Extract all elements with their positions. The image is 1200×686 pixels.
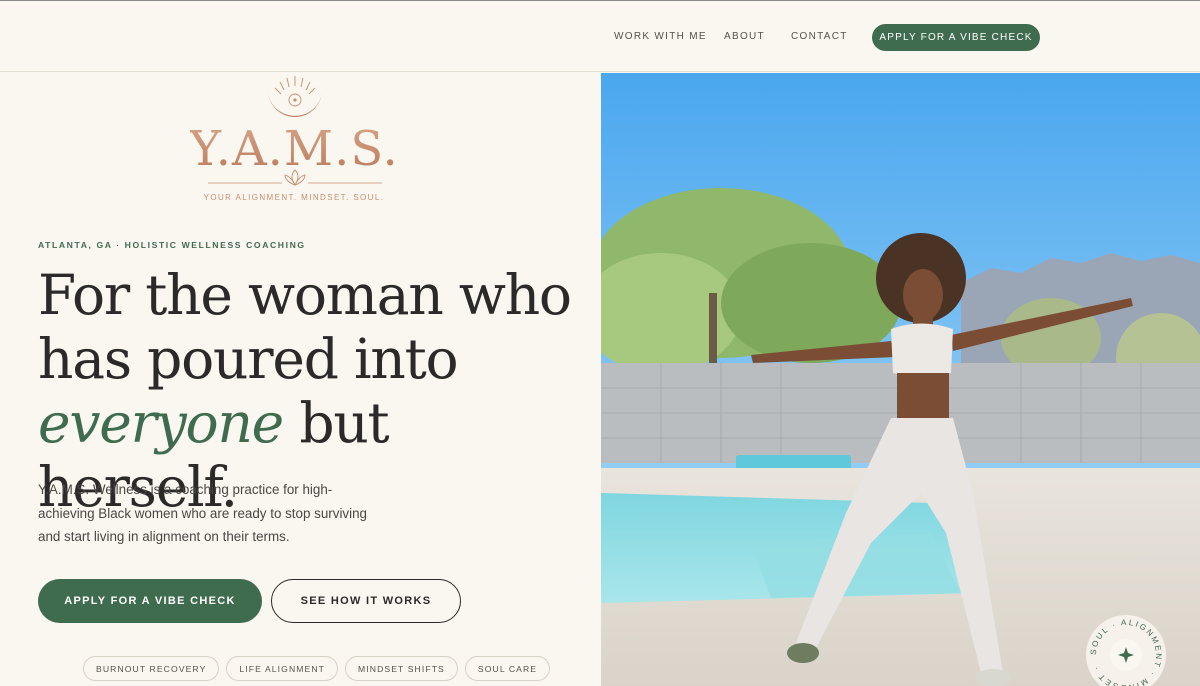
service-tags: BURNOUT RECOVERY LIFE ALIGNMENT MINDSET …: [83, 656, 551, 681]
tag-life-alignment: LIFE ALIGNMENT: [226, 656, 339, 681]
hero-photo: [601, 73, 1200, 686]
headline-line-1: For the woman who: [38, 263, 572, 327]
hero-description: Y.A.M.S. Wellness is a coaching practice…: [38, 482, 367, 544]
headline-line-2: has poured into: [38, 327, 459, 391]
logo-wordmark: Y.A.M.S.: [190, 121, 399, 177]
hero-eyebrow: ATLANTA, GA · HOLISTIC WELLNESS COACHING: [38, 240, 306, 250]
nav-apply-button[interactable]: APPLY FOR A VIBE CHECK: [872, 24, 1040, 51]
apply-vibe-check-button[interactable]: APPLY FOR A VIBE CHECK: [38, 579, 262, 623]
headline-accent: everyone: [38, 391, 284, 455]
see-how-it-works-button[interactable]: SEE HOW IT WORKS: [271, 579, 461, 623]
top-nav: WORK WITH ME ABOUT CONTACT APPLY FOR A V…: [0, 1, 1200, 72]
nav-link-about[interactable]: ABOUT: [724, 31, 765, 42]
logo-tagline: YOUR ALIGNMENT. MINDSET. SOUL.: [204, 193, 385, 202]
tag-burnout-recovery: BURNOUT RECOVERY: [83, 656, 220, 681]
circular-badge: SOUL · ALIGNMENT · MINDSET ·: [1084, 613, 1168, 686]
nav-link-contact[interactable]: CONTACT: [791, 31, 848, 42]
tag-soul-care: SOUL CARE: [464, 656, 551, 681]
brand-logo[interactable]: Y.A.M.S. YOUR ALIGNMENT. MINDSET. SOUL.: [188, 73, 400, 205]
tag-mindset-shifts: MINDSET SHIFTS: [345, 656, 458, 681]
sun-moon-logo-icon: Y.A.M.S. YOUR ALIGNMENT. MINDSET. SOUL.: [188, 76, 399, 202]
nav-link-work-with-me[interactable]: WORK WITH ME: [614, 31, 707, 42]
